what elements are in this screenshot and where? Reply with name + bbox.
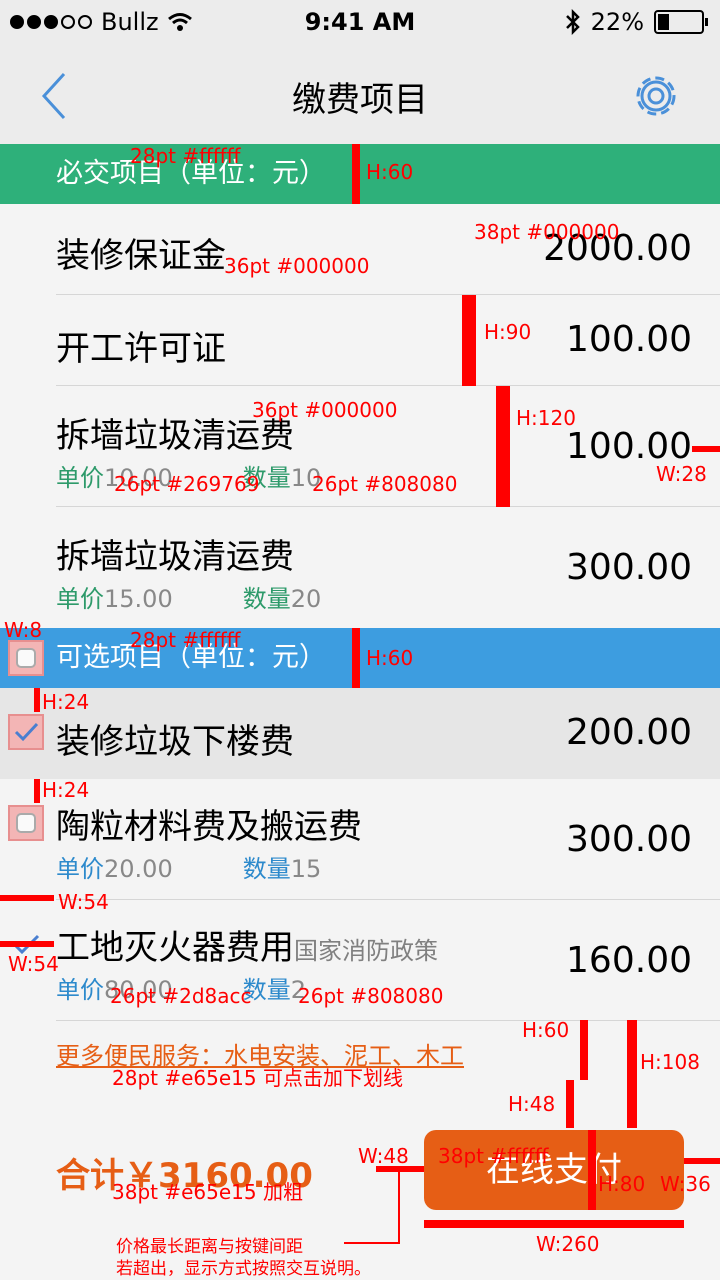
item-amount: 300.00 (566, 547, 692, 588)
item-name: 拆墙垃圾清运费 (56, 537, 294, 577)
item-amount: 200.00 (566, 712, 692, 753)
annotation-marker (462, 295, 476, 386)
status-right: 22% (565, 8, 708, 36)
battery-percent: 22% (590, 8, 644, 36)
annotation-label: W:54 (58, 890, 109, 914)
optional-section-header: 可选项目（单位：元） (0, 628, 720, 688)
list-item-selected[interactable]: 装修垃圾下楼费 200.00 (0, 688, 720, 779)
annotation-label: 38pt #ffffff (438, 1144, 549, 1168)
annotation-label: 26pt #808080 (312, 472, 458, 496)
annotation-marker (588, 1130, 596, 1210)
annotation-label: 26pt #2d8acc (110, 984, 252, 1008)
item-checkbox[interactable] (8, 805, 44, 841)
annotation-label: H:48 (508, 1092, 556, 1116)
annotation-marker (398, 1172, 400, 1242)
pay-online-button[interactable]: 在线支付 (424, 1130, 684, 1210)
annotation-marker (566, 1080, 574, 1128)
annotation-label: 28pt #ffffff (130, 628, 241, 652)
annotation-marker (352, 144, 360, 204)
item-checkbox[interactable] (8, 714, 44, 750)
annotation-marker (580, 1020, 588, 1080)
annotation-marker (352, 628, 360, 688)
annotation-label: 36pt #000000 (224, 254, 370, 278)
gear-icon[interactable] (628, 68, 684, 124)
annotation-label: 28pt #ffffff (130, 144, 241, 168)
annotation-marker (627, 1020, 637, 1128)
annotation-label: H:24 (42, 690, 90, 714)
annotation-marker (344, 1242, 400, 1244)
item-name: 工地灭火器费用国家消防政策 (56, 928, 438, 968)
annotation-marker (34, 688, 40, 712)
item-name: 陶粒材料费及搬运费 (56, 807, 362, 847)
annotation-label: W:8 (4, 618, 43, 642)
annotation-label: 26pt #269769 (114, 472, 260, 496)
annotation-label: W:36 (660, 1172, 711, 1196)
annotation-label: H:90 (484, 320, 532, 344)
list-item: 装修保证金 2000.00 (0, 204, 720, 295)
navigation-bar: 缴费项目 (0, 46, 720, 144)
annotation-label: 26pt #808080 (298, 984, 444, 1008)
item-name: 装修保证金 (56, 236, 226, 276)
annotation-label: 若超出，显示方式按照交互说明。 (116, 1259, 371, 1279)
annotation-marker (496, 386, 510, 507)
annotation-label: H:108 (640, 1050, 700, 1074)
item-amount: 160.00 (566, 940, 692, 981)
annotation-label: 28pt #e65e15 可点击加下划线 (112, 1066, 403, 1090)
annotation-marker (692, 446, 720, 452)
annotation-label: 36pt #000000 (252, 398, 398, 422)
checkmark-icon (14, 722, 39, 742)
list-item[interactable]: 陶粒材料费及搬运费 300.00 单价20.00 数量15 (0, 779, 720, 900)
annotation-label: H:24 (42, 778, 90, 802)
annotation-label: W:28 (656, 462, 707, 486)
item-amount: 300.00 (566, 819, 692, 860)
annotation-label: 38pt #e65e15 加粗 (112, 1180, 303, 1204)
annotation-marker (0, 895, 54, 901)
item-amount: 100.00 (566, 319, 692, 360)
list-item: 开工许可证 100.00 (0, 295, 720, 386)
annotation-label: H:60 (522, 1018, 570, 1042)
annotation-marker (34, 779, 40, 803)
page-title: 缴费项目 (292, 80, 428, 120)
annotation-label: W:260 (536, 1232, 600, 1256)
bluetooth-icon (565, 9, 580, 35)
item-name: 开工许可证 (56, 329, 226, 369)
annotation-label: H:60 (366, 646, 414, 670)
annotation-label: H:120 (516, 406, 576, 430)
list-item: 拆墙垃圾清运费 300.00 单价15.00 数量20 (0, 507, 720, 628)
annotation-label: W:48 (358, 1144, 409, 1168)
item-note: 国家消防政策 (294, 937, 438, 965)
annotation-marker (684, 1158, 720, 1164)
item-detail: 单价20.00 数量15 (56, 855, 322, 883)
annotation-label: H:80 (598, 1172, 646, 1196)
required-section-header: 必交项目（单位：元） (0, 144, 720, 204)
item-name: 装修垃圾下楼费 (56, 722, 294, 762)
annotation-label: 38pt #000000 (474, 220, 620, 244)
annotation-marker (0, 941, 54, 947)
item-detail: 单价15.00 数量20 (56, 585, 322, 613)
status-bar: Bullz 9:41 AM 22% (0, 0, 720, 46)
annotation-marker (424, 1220, 684, 1228)
annotation-label: W:54 (8, 952, 59, 976)
select-all-checkbox[interactable] (8, 640, 44, 676)
item-amount: 100.00 (566, 426, 692, 467)
battery-icon (654, 10, 708, 34)
annotation-label: H:60 (366, 160, 414, 184)
